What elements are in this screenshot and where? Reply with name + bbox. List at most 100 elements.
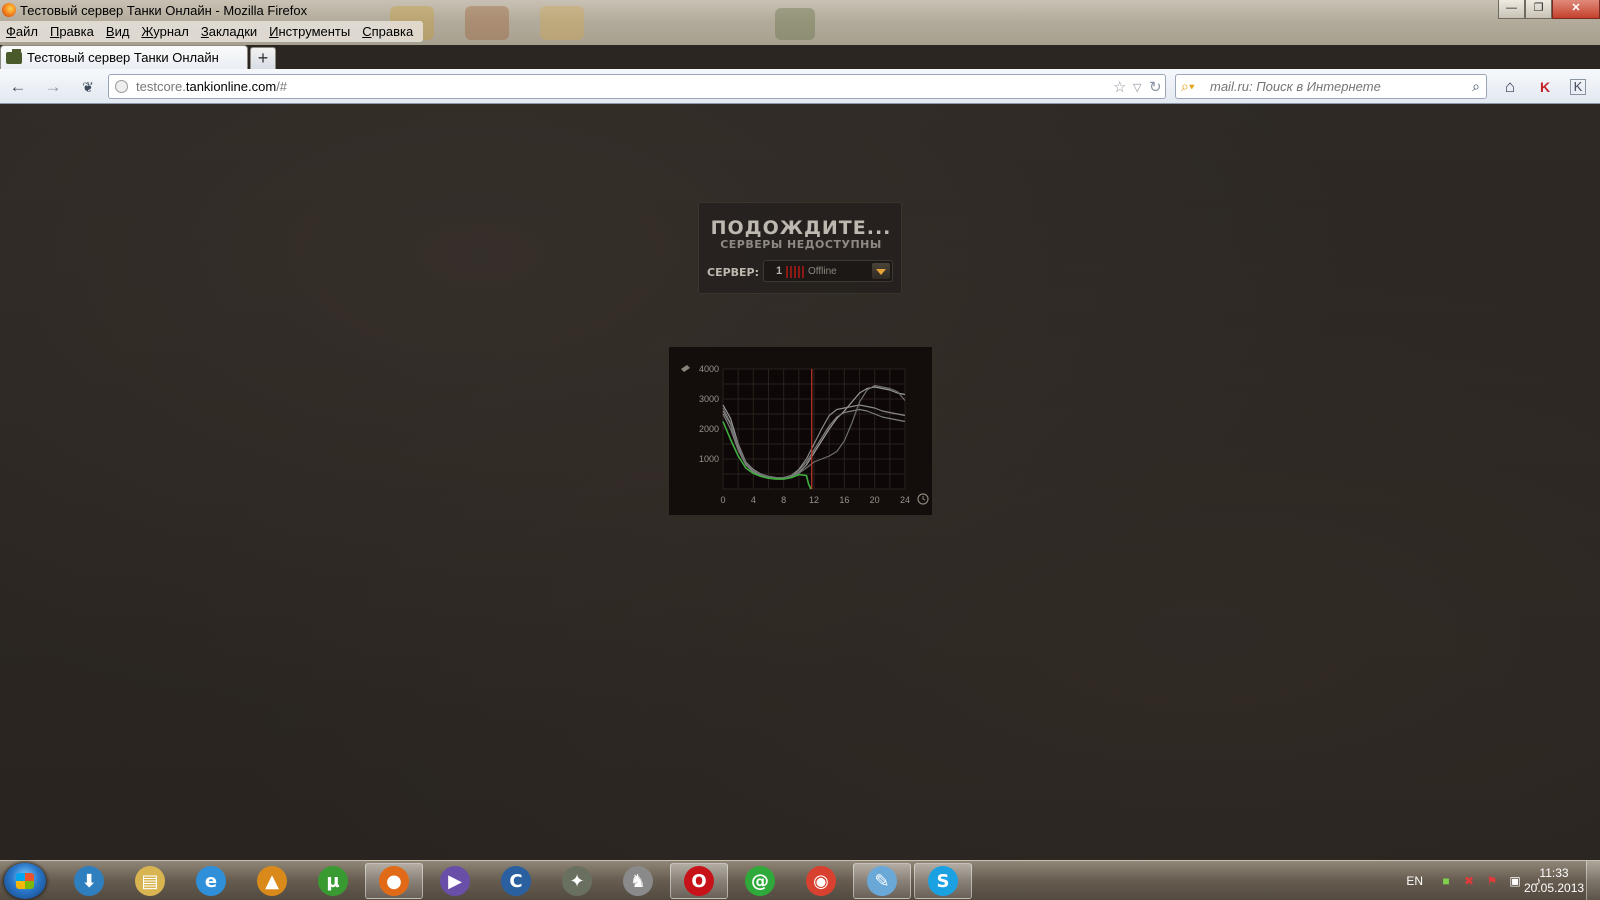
background-decoration <box>540 6 584 40</box>
url-bar[interactable]: testcore.tankionline.com/# ☆ ▽ ↻ <box>108 74 1166 99</box>
x-tick-label: 0 <box>720 495 725 505</box>
online-players-chart: 0 4 8 12 16 20 24 1000 2000 3000 4000 <box>669 347 932 515</box>
server-status-panel: ПОДОЖДИТЕ... СЕРВЕРЫ НЕДОСТУПНЫ СЕРВЕР: … <box>698 202 902 294</box>
search-input[interactable] <box>1210 79 1460 94</box>
tray-app-icon[interactable]: ■ <box>1439 874 1453 888</box>
x-tick-label: 8 <box>781 495 786 505</box>
explorer-icon: ▤ <box>135 866 165 896</box>
taskbar-aimp-button[interactable]: ▲ <box>243 863 301 899</box>
action-center-icon[interactable]: ⚑ <box>1485 874 1499 888</box>
background-decoration <box>465 6 509 40</box>
firefox-icon[interactable] <box>2 3 16 17</box>
tab-title: Тестовый сервер Танки Онлайн <box>27 50 219 65</box>
game-icon: ✦ <box>562 866 592 896</box>
skype-icon: S <box>928 866 958 896</box>
window-controls: — ❐ ✕ <box>1498 0 1600 19</box>
x-tick-label: 20 <box>870 495 880 505</box>
taskbar-visual-studio-button[interactable]: ▶ <box>426 863 484 899</box>
dropdown-arrow-icon[interactable] <box>872 263 890 279</box>
x-tick-label: 24 <box>900 495 910 505</box>
tab-strip: Тестовый сервер Танки Онлайн + <box>0 45 1600 69</box>
search-bar[interactable]: ⌕▾ ⌕ <box>1175 74 1487 99</box>
server-label: СЕРВЕР: <box>707 266 760 279</box>
menu-bar: Файл Правка Вид Журнал Закладки Инструме… <box>0 21 424 42</box>
page-content: ПОДОЖДИТЕ... СЕРВЕРЫ НЕДОСТУПНЫ СЕРВЕР: … <box>0 104 1600 860</box>
y-tick-label: 1000 <box>699 454 719 464</box>
addon-icon[interactable]: ❦ <box>78 77 98 97</box>
url-text[interactable]: testcore.tankionline.com/# <box>136 79 287 94</box>
menu-help[interactable]: Справка <box>356 21 419 42</box>
chrome-icon: ◉ <box>806 866 836 896</box>
taskbar-chrome-button[interactable]: ◉ <box>792 863 850 899</box>
clock-hands <box>922 496 926 501</box>
taskbar-ccleaner-button[interactable]: C <box>487 863 545 899</box>
taskbar-download-button[interactable]: ⬇ <box>60 863 118 899</box>
taskbar-notepad-button[interactable]: ✎ <box>853 863 911 899</box>
show-desktop-button[interactable] <box>1586 861 1600 900</box>
search-icon[interactable]: ⌕ <box>1472 78 1480 95</box>
servers-unavailable-text: СЕРВЕРЫ НЕДОСТУПНЫ <box>720 238 882 251</box>
download-icon: ⬇ <box>74 866 104 896</box>
taskbar-game-button[interactable]: ✦ <box>548 863 606 899</box>
server-select[interactable]: 1 Offline <box>763 260 893 282</box>
aimp-icon: ▲ <box>257 866 287 896</box>
home-icon[interactable]: ⌂ <box>1500 77 1520 97</box>
visual-studio-icon: ▶ <box>440 866 470 896</box>
y-tick-label: 3000 <box>699 394 719 404</box>
new-tab-button[interactable]: + <box>250 47 276 69</box>
maximize-button[interactable]: ❐ <box>1525 0 1552 19</box>
menu-bookmarks[interactable]: Закладки <box>195 21 263 42</box>
internet-explorer-icon: e <box>196 866 226 896</box>
y-tick-label: 4000 <box>699 364 719 374</box>
network-icon[interactable]: ▣ <box>1508 874 1522 888</box>
taskbar-mail-agent-button[interactable]: @ <box>731 863 789 899</box>
y-tick-label: 2000 <box>699 424 719 434</box>
reload-icon[interactable]: ↻ <box>1149 78 1162 96</box>
language-indicator[interactable]: EN <box>1406 874 1423 888</box>
menu-edit[interactable]: Правка <box>44 21 100 42</box>
windows-taskbar: ⬇ ▤ e ▲ µ ● ▶ C ✦ ♞ O @ ◉ ✎ S EN ■ ✖ ⚑ ▣ ♪ 11:33 20.05… <box>0 860 1600 900</box>
server-status: Offline <box>808 266 837 277</box>
ccleaner-icon: C <box>501 866 531 896</box>
history-dropdown-icon[interactable]: ▽ <box>1133 81 1141 94</box>
menu-tools[interactable]: Инструменты <box>263 21 356 42</box>
start-button[interactable] <box>4 863 46 899</box>
wait-title: ПОДОЖДИТЕ... <box>710 217 892 239</box>
taskbar-opera-button[interactable]: O <box>670 863 728 899</box>
search-engine-icon[interactable]: ⌕▾ <box>1181 78 1195 95</box>
taskbar-skype-button[interactable]: S <box>914 863 972 899</box>
forward-button[interactable]: → <box>43 77 63 97</box>
taskbar-firefox-button[interactable]: ● <box>365 863 423 899</box>
firefox-icon: ● <box>379 866 409 896</box>
menu-history[interactable]: Журнал <box>135 21 194 42</box>
taskbar-utorrent-button[interactable]: µ <box>304 863 362 899</box>
clock-time: 11:33 <box>1539 866 1569 880</box>
utorrent-icon: µ <box>318 866 348 896</box>
server-number: 1 <box>776 265 783 277</box>
window-title: Тестовый сервер Танки Онлайн - Mozilla F… <box>20 3 308 18</box>
close-button[interactable]: ✕ <box>1552 0 1600 19</box>
server-load-bars <box>786 266 804 278</box>
site-identity-icon[interactable] <box>115 80 128 93</box>
bookmark-star-icon[interactable]: ☆ <box>1113 78 1126 96</box>
mail-agent-icon: @ <box>745 866 775 896</box>
menu-file[interactable]: Файл <box>0 21 44 42</box>
taskbar-counter-strike-button[interactable]: ♞ <box>609 863 667 899</box>
tank-icon <box>6 48 22 64</box>
x-tick-label: 4 <box>751 495 756 505</box>
taskbar-internet-explorer-button[interactable]: e <box>182 863 240 899</box>
background-decoration <box>775 8 815 40</box>
minimize-button[interactable]: — <box>1498 0 1525 19</box>
tray-kaspersky-icon[interactable]: ✖ <box>1462 874 1476 888</box>
menu-view[interactable]: Вид <box>100 21 136 42</box>
tab-tanki-test-server[interactable]: Тестовый сервер Танки Онлайн <box>0 45 248 69</box>
back-button[interactable]: ← <box>8 77 28 97</box>
navigation-bar: ← → ❦ testcore.tankionline.com/# ☆ ▽ ↻ ⌕… <box>0 69 1600 104</box>
chart-svg: 0 4 8 12 16 20 24 1000 2000 3000 4000 <box>681 364 929 505</box>
taskbar-explorer-button[interactable]: ▤ <box>121 863 179 899</box>
extension-icon[interactable]: K <box>1570 79 1586 95</box>
window-titlebar: Тестовый сервер Танки Онлайн - Mozilla F… <box>0 0 1600 45</box>
kaspersky-icon[interactable]: K <box>1535 77 1555 97</box>
opera-icon: O <box>684 866 714 896</box>
clock[interactable]: 11:33 20.05.2013 <box>1524 866 1584 896</box>
